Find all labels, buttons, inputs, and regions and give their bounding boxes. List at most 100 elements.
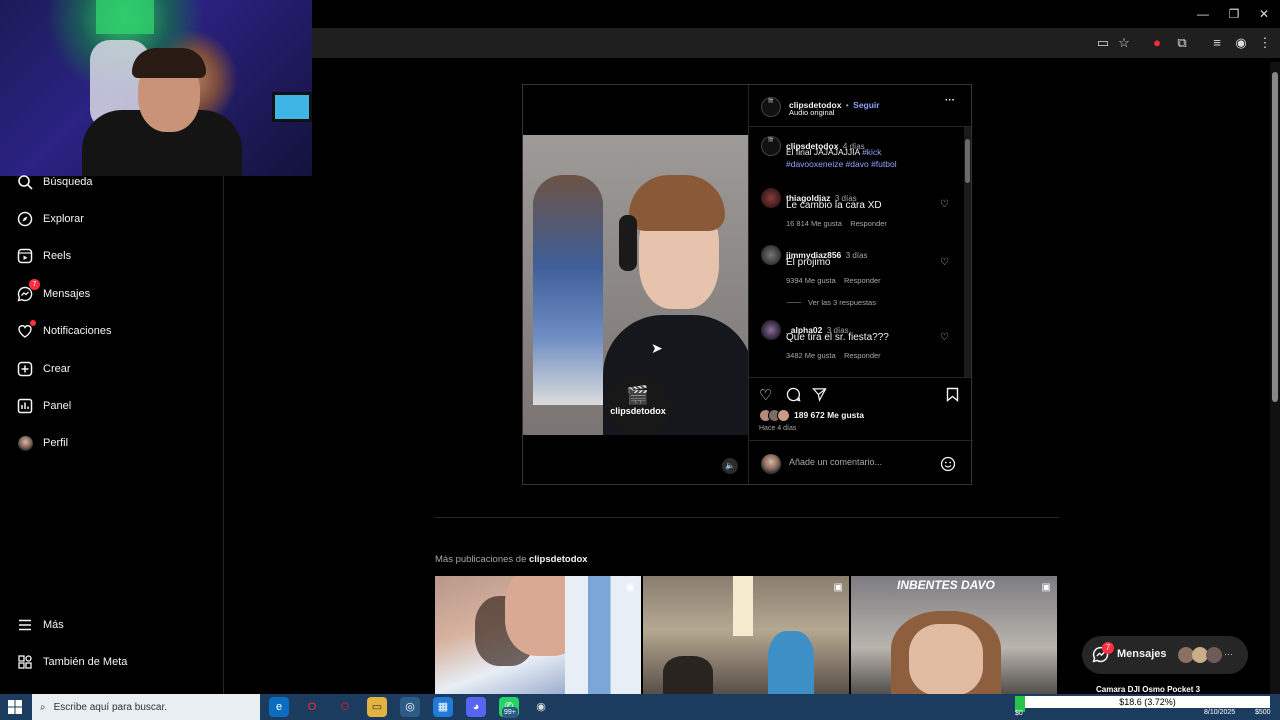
sidebar-item-crear[interactable]: Crear [16,357,71,381]
view-replies-button[interactable]: Ver las 3 respuestas [808,298,876,307]
profile-icon[interactable]: ◉ [1232,34,1250,52]
comment-like-heart-icon[interactable]: ♡ [940,257,949,268]
replies-line [787,302,801,303]
windows-taskbar: ⌕ Escribe aquí para buscar. e O O ▭ ◎ ▦ … [0,694,1280,720]
reels-icon: ▣ [833,582,843,593]
sidebar-item-label: Más [43,619,64,631]
sidebar-item-label: Reels [43,250,72,262]
comment-likes[interactable]: 3482 Me gusta [786,351,836,360]
add-comment-input[interactable]: Añade un comentario... [789,457,929,471]
comment-avatar[interactable] [761,188,781,208]
sidebar-item-mas[interactable]: Más [16,613,64,637]
likers-avatars[interactable] [759,409,791,422]
sidebar-item-perfil[interactable]: Perfil [16,431,68,455]
sidebar-item-busqueda[interactable]: Búsqueda [16,170,93,194]
windows-start-icon[interactable] [8,700,22,719]
file-explorer-icon[interactable]: ▭ [367,697,387,717]
heart-icon [16,320,36,340]
post-date: Hace 4 días [759,425,797,432]
more-posts-heading: Más publicaciones de clipsdetodox [435,554,588,565]
bookmark-icon[interactable] [946,387,959,407]
taskbar-search-input[interactable]: ⌕ Escribe aquí para buscar. [32,694,260,720]
more-post-thumbnail[interactable]: ▣ [643,576,849,696]
sidebar-item-explorar[interactable]: Explorar [16,207,84,231]
follow-button[interactable]: Seguir [853,100,879,110]
hashtag-links[interactable]: #davooxeneize #davo #futbol [786,159,897,169]
video-frame: 🎬 clipsdetodox ➤ [523,135,748,435]
webcam-overlay [0,0,312,176]
reels-icon: ▣ [1041,582,1051,593]
star-icon[interactable]: ☆ [1115,34,1133,52]
messenger-icon: 7 [16,279,40,303]
page-scrollbar[interactable] [1270,62,1280,694]
comment-like-heart-icon[interactable]: ♡ [940,199,949,210]
sidebar-item-reels[interactable]: Reels [16,244,71,268]
opera-icon[interactable]: O [302,697,322,717]
messages-badge: 7 [29,279,40,290]
more-post-thumbnail[interactable]: INBENTES DAVO ▣ [851,576,1057,696]
sidebar-item-label: Panel [43,400,72,412]
comment-avatar[interactable] [761,320,781,340]
sidebar-item-panel[interactable]: Panel [16,394,71,418]
more-post-thumbnail[interactable]: ▣ [435,576,641,696]
whatsapp-badge: 99+ [502,707,518,718]
messages-pill-badge: 7 [1102,642,1114,654]
messages-floating-button[interactable]: 7 Mensajes ··· [1082,636,1248,674]
comment-icon[interactable] [786,387,801,407]
close-window-button[interactable]: ✕ [1249,4,1279,24]
extensions-icon[interactable]: ⧉ [1173,34,1191,52]
taskbar-date: 8/10/2025 [1204,709,1236,716]
like-heart-icon[interactable]: ♡ [759,386,772,404]
sidebar-item-tambien-de-meta[interactable]: También de Meta [16,650,127,674]
reel-video[interactable]: 🎬 clipsdetodox ➤ 🔈 [523,85,748,484]
audio-label[interactable]: Audio original [789,108,834,117]
sidebar-item-mensajes[interactable]: 7 Mensajes [16,279,90,306]
stock-zero: $0 [1015,710,1023,717]
comment-like-heart-icon[interactable]: ♡ [940,332,949,343]
comment-avatar[interactable] [761,245,781,265]
mute-button[interactable]: 🔈 [722,458,738,474]
actions-divider [749,440,973,441]
page-scrollbar-thumb[interactable] [1272,72,1278,402]
video-mural [533,175,603,405]
likes-count[interactable]: 189 672 Me gusta [794,410,864,420]
caption-avatar[interactable]: 🎬 [761,136,781,156]
comment-text: El projimo [786,257,831,268]
search-icon: ⌕ [40,701,46,713]
opera-gx-icon[interactable]: O [335,697,355,717]
emoji-icon[interactable] [940,456,956,477]
caption-text: El final JAJAJAJJIA #kick [786,147,882,157]
post-side-pane: 🎬 clipsdetodox • Seguir Audio original ·… [748,85,973,484]
store-icon[interactable]: ▦ [433,697,453,717]
opera-icon[interactable]: ● [1148,34,1166,52]
reply-button[interactable]: Responder [844,276,881,285]
section-divider [435,517,1059,518]
screen-icon[interactable]: ▭ [1094,34,1112,52]
obs-icon[interactable]: ◉ [531,697,551,717]
maximize-button[interactable]: ❐ [1219,4,1249,24]
webcam-streamer-hair [132,48,206,78]
discord-icon[interactable]: ◕ [466,697,486,717]
search-icon [16,173,34,191]
more-posts-username[interactable]: clipsdetodox [529,554,588,565]
browser-toolbar: ▭ ☆ ● ⧉ ≡ ◉ ⋮ [312,28,1280,58]
author-avatar[interactable]: 🎬 [761,97,781,117]
comments-scrollbar[interactable] [964,127,971,377]
menu-icon[interactable]: ⋮ [1256,34,1274,52]
camera-overlay-title: Camara DJI Osmo Pocket 3 [1096,685,1201,694]
more-options-icon[interactable]: ··· [945,95,955,106]
chrome-icon[interactable]: ◎ [400,697,420,717]
minimize-button[interactable]: — [1188,4,1218,24]
edge-icon[interactable]: e [269,697,289,717]
sidebar-item-notificaciones[interactable]: Notificaciones [16,319,111,343]
hashtag-link[interactable]: #kick [862,147,881,157]
media-icon[interactable]: ≡ [1208,34,1226,52]
reply-button[interactable]: Responder [844,351,881,360]
reply-button[interactable]: Responder [850,219,887,228]
share-icon[interactable] [812,387,827,407]
comment-likes[interactable]: 16 814 Me gusta [786,219,842,228]
sidebar-item-label: Explorar [43,213,84,225]
compass-icon [16,210,34,228]
current-user-avatar [761,454,781,474]
comment-likes[interactable]: 9394 Me gusta [786,276,836,285]
